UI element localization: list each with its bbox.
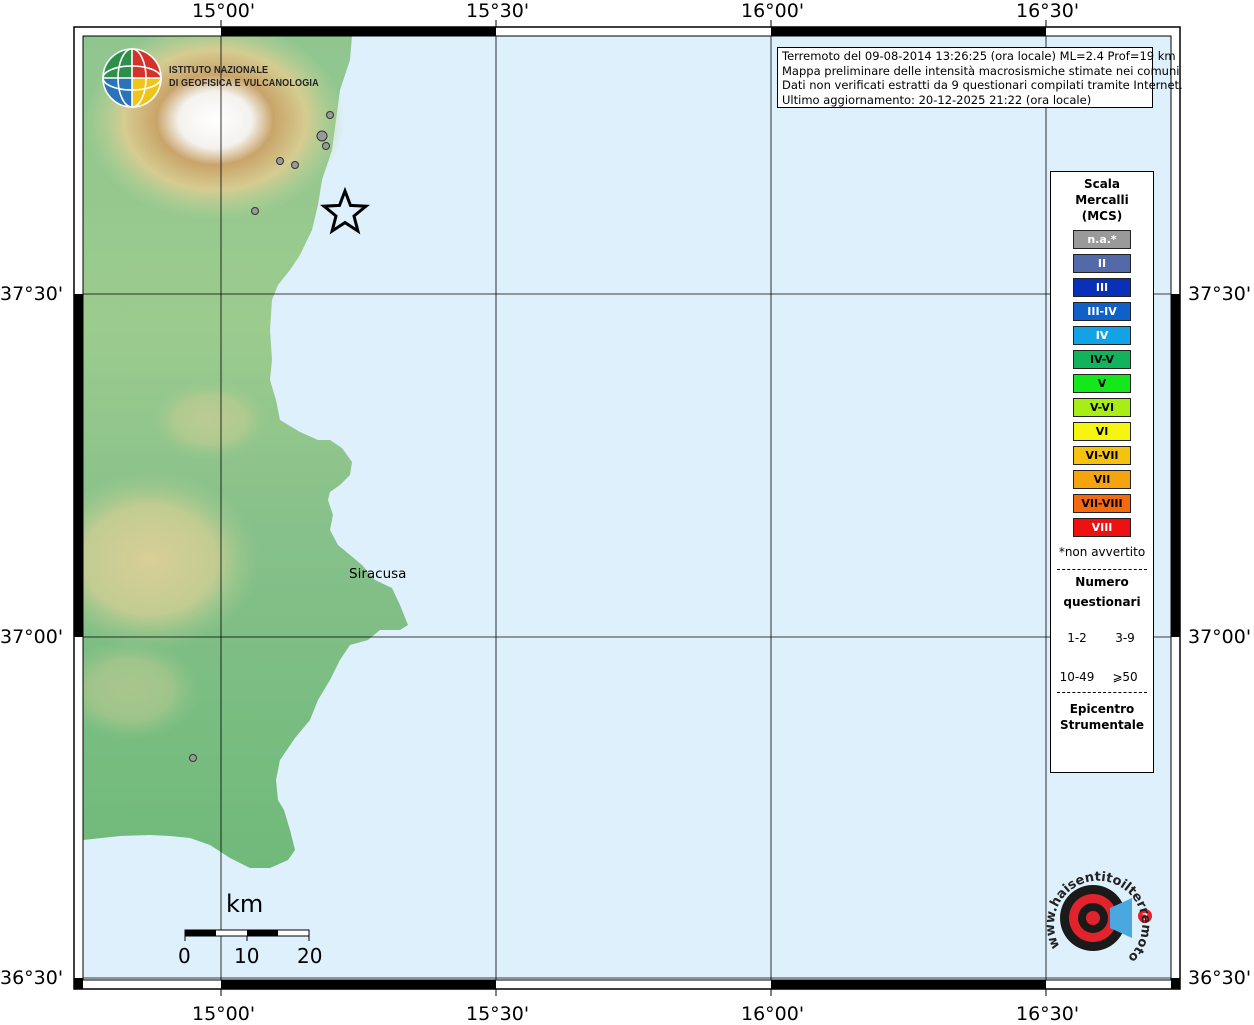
lon-label-top-4: 16°30' <box>1016 0 1080 22</box>
lat-label-right-1: 37°30' <box>1188 283 1252 305</box>
legend-epicenter-line2: Strumentale <box>1059 718 1145 732</box>
observation-point <box>291 161 299 169</box>
observation-point <box>322 142 330 150</box>
size-label-3-9: 3-9 <box>1115 631 1135 645</box>
size-label-10-49: 10-49 <box>1059 670 1095 684</box>
legend-swatch: VIII <box>1073 518 1131 537</box>
lon-label-bottom-4: 16°30' <box>1016 1003 1080 1025</box>
legend-divider <box>1057 692 1147 693</box>
legend-swatch: VI-VII <box>1073 446 1131 465</box>
lat-label-left-3: 36°30' <box>0 967 64 989</box>
legend-swatch: VI <box>1073 422 1131 441</box>
lat-label-right-2: 37°00' <box>1188 626 1252 648</box>
legend-questionnaire-title-line2: questionari <box>1063 595 1141 609</box>
hills-south <box>83 640 200 740</box>
legend-swatch: n.a.* <box>1073 230 1131 249</box>
ingv-logo-text: ISTITUTO NAZIONALE DI GEOFISICA E VULCAN… <box>169 64 319 90</box>
scale-tick-0: 0 <box>178 944 191 968</box>
scale-unit-label: km <box>226 890 264 918</box>
scale-tick-20: 20 <box>297 944 323 968</box>
lon-label-bottom-2: 15°30' <box>466 1003 530 1025</box>
ingv-logo-line1: ISTITUTO NAZIONALE <box>169 64 269 76</box>
observation-point <box>326 111 334 119</box>
lat-label-left-1: 37°30' <box>0 283 64 305</box>
legend-swatch: IV <box>1073 326 1131 345</box>
lat-label-left-2: 37°00' <box>0 626 64 648</box>
legend-not-felt-note: *non avvertito <box>1058 545 1146 559</box>
scale-tick-10: 10 <box>234 944 260 968</box>
event-info-line2: Mappa preliminare delle intensità macros… <box>782 63 1180 78</box>
city-label-siracusa: Siracusa <box>349 566 407 582</box>
legend-swatch: III-IV <box>1073 302 1131 321</box>
legend-swatch: V-VI <box>1073 398 1131 417</box>
event-info-box: Terremoto del 09-08-2014 13:26:25 (ora l… <box>777 47 1183 108</box>
size-label-1-2: 1-2 <box>1067 631 1087 645</box>
size-label-50-plus: ⩾50 <box>1112 670 1138 684</box>
lon-label-top-1: 15°00' <box>192 0 256 22</box>
lon-label-bottom-1: 15°00' <box>192 1003 256 1025</box>
legend-questionnaire-title-line1: Numero <box>1075 575 1129 589</box>
hills-north <box>150 380 270 460</box>
observation-point <box>316 130 328 142</box>
iblei-hills <box>83 470 260 650</box>
legend-swatch: V <box>1073 374 1131 393</box>
legend-swatch: III <box>1073 278 1131 297</box>
legend-title-line2: Mercalli <box>1075 193 1129 207</box>
event-info-line3: Dati non verificati estratti da 9 questi… <box>782 78 1183 92</box>
ingv-logo-icon <box>102 48 162 108</box>
legend-divider <box>1057 569 1147 570</box>
lon-label-bottom-3: 16°00' <box>741 1003 805 1025</box>
legend-swatch: VII-VIII <box>1073 494 1131 513</box>
legend-swatch: IV-V <box>1073 350 1131 369</box>
observation-point <box>251 207 259 215</box>
legend-epicenter-line1: Epicentro <box>1069 702 1135 716</box>
lon-label-top-3: 16°00' <box>741 0 805 22</box>
ingv-logo-line2: DI GEOFISICA E VULCANOLOGIA <box>169 77 319 89</box>
observation-point <box>276 157 284 165</box>
event-info-line4: Ultimo aggiornamento: 20-12-2025 21:22 (… <box>782 92 1092 107</box>
lon-label-top-2: 15°30' <box>466 0 530 22</box>
legend-swatch: II <box>1073 254 1131 273</box>
lat-label-right-3: 36°30' <box>1188 967 1252 989</box>
mcs-legend: Scala Mercalli (MCS) n.a.* II III III-IV IV I… <box>1050 171 1154 773</box>
legend-title-line1: Scala <box>1083 177 1121 191</box>
legend-swatch: VII <box>1073 470 1131 489</box>
event-info-line1: Terremoto del 09-08-2014 13:26:25 (ora l… <box>782 49 1176 63</box>
legend-title-line3: (MCS) <box>1081 209 1123 223</box>
observation-point <box>189 754 197 762</box>
